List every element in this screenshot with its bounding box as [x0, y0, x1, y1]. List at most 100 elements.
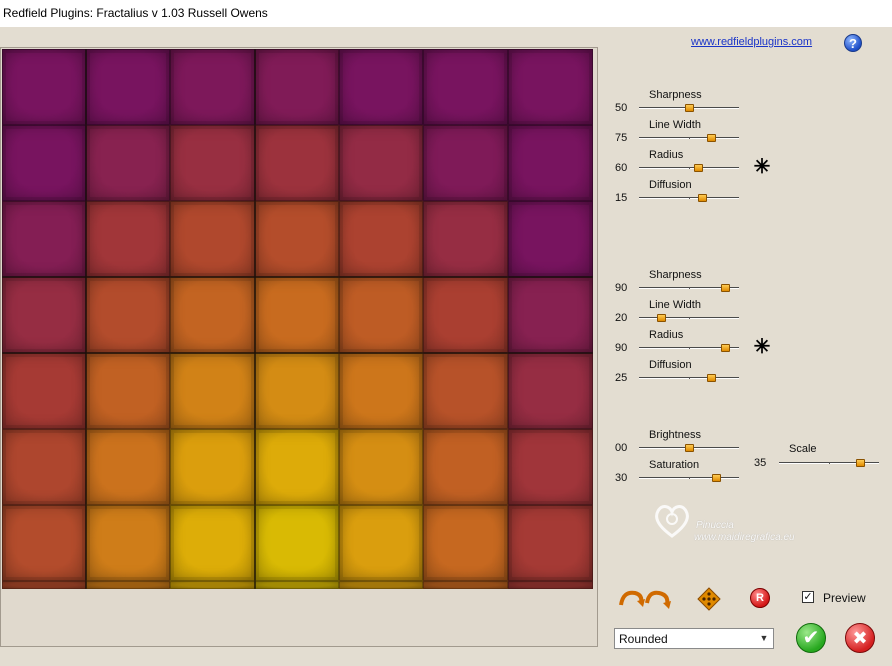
preview-tile [423, 505, 508, 581]
preview-tile [339, 125, 423, 201]
preview-tile [423, 353, 508, 429]
preview-tile [86, 429, 170, 505]
preview-tile [86, 505, 170, 581]
preview-tile [170, 125, 255, 201]
watermark: Pinuccia www.maidiregrafica.eu [650, 500, 830, 550]
scale-label: Scale [789, 443, 817, 455]
help-icon[interactable]: ? [844, 34, 862, 52]
preview-tile [423, 49, 508, 125]
chevron-down-icon[interactable]: ▼ [755, 629, 773, 648]
radius-center-tick [689, 347, 690, 349]
line-width-center-tick [689, 137, 690, 139]
preview-tile [170, 277, 255, 353]
preview-tile [339, 429, 423, 505]
saturation-label: Saturation [649, 459, 700, 471]
radius-label: Radius [649, 329, 684, 341]
preview-tile [86, 581, 170, 589]
brightness-label: Brightness [649, 429, 701, 441]
grid-line [85, 49, 87, 589]
grid-line [2, 276, 593, 278]
diffusion-slider-thumb[interactable] [698, 194, 708, 202]
diffusion-label: Diffusion [649, 359, 692, 371]
radius-slider-thumb[interactable] [720, 344, 730, 352]
line-width-slider-thumb[interactable] [657, 314, 667, 322]
preview-tile [508, 505, 593, 581]
reset-button[interactable]: R [750, 588, 770, 608]
brightness-slider-thumb[interactable] [684, 444, 694, 452]
preview-checkbox[interactable]: ✓ [802, 591, 814, 603]
diffusion-label: Diffusion [649, 179, 692, 191]
line-width-label: Line Width [649, 299, 701, 311]
preview-tile [86, 125, 170, 201]
preview-tile [170, 429, 255, 505]
preview-tile [86, 201, 170, 277]
preview-tile [255, 277, 339, 353]
preview-tile [2, 201, 86, 277]
preview-tile [255, 49, 339, 125]
diffusion-center-tick [689, 377, 690, 379]
style-selected-value: Rounded [619, 632, 668, 646]
saturation-center-tick [689, 477, 690, 479]
sharpness-slider-thumb[interactable] [720, 284, 730, 292]
line-width-slider-thumb[interactable] [707, 134, 717, 142]
heart-logo-icon [655, 505, 689, 538]
preview-tile [2, 49, 86, 125]
randomize-group2-icon[interactable]: ✳ [752, 337, 772, 357]
sharpness-center-tick [689, 287, 690, 289]
title-bar: Redfield Plugins: Fractalius v 1.03 Russ… [0, 0, 892, 27]
preview-tile [255, 125, 339, 201]
preview-tile [255, 201, 339, 277]
undo-redo-arrows-icon[interactable] [617, 587, 673, 609]
preview-tile [339, 201, 423, 277]
preview-tile [508, 581, 593, 589]
preview-tile [2, 277, 86, 353]
sharpness-label: Sharpness [649, 269, 702, 281]
grid-line [254, 49, 256, 589]
preview-tile [86, 277, 170, 353]
preview-tile [423, 581, 508, 589]
preview-tile [255, 505, 339, 581]
preview-tile [423, 125, 508, 201]
preview-tile [2, 581, 86, 589]
cancel-button[interactable]: ✖ [845, 623, 875, 653]
radius-slider-thumb[interactable] [693, 164, 703, 172]
preview-tile [339, 277, 423, 353]
preview-tile [508, 429, 593, 505]
preview-tile [170, 353, 255, 429]
diffusion-slider-thumb[interactable] [707, 374, 717, 382]
grid-line [2, 352, 593, 354]
preview-tile [339, 49, 423, 125]
style-dropdown[interactable]: Rounded ▼ [614, 628, 774, 649]
scale-value: 35 [754, 457, 767, 469]
preview-tile [508, 201, 593, 277]
preview-image[interactable] [2, 49, 593, 589]
preview-tile [170, 49, 255, 125]
radius-center-tick [689, 167, 690, 169]
preview-tile [339, 581, 423, 589]
preview-tile [339, 353, 423, 429]
move-icon[interactable] [697, 587, 721, 611]
preview-panel[interactable] [0, 47, 598, 647]
preview-tile [339, 505, 423, 581]
preview-tile [255, 581, 339, 589]
line-width-label: Line Width [649, 119, 701, 131]
preview-tile [423, 201, 508, 277]
randomize-group1-icon[interactable]: ✳ [752, 157, 772, 177]
line-width-center-tick [689, 317, 690, 319]
radius-label: Radius [649, 149, 684, 161]
preview-tile [170, 201, 255, 277]
sharpness-slider-thumb[interactable] [684, 104, 694, 112]
saturation-slider-thumb[interactable] [711, 474, 721, 482]
preview-tile [86, 49, 170, 125]
sharpness-label: Sharpness [649, 89, 702, 101]
ok-button[interactable]: ✔ [796, 623, 826, 653]
preview-tile [423, 429, 508, 505]
preview-label: Preview [823, 591, 866, 605]
watermark-site: www.maidiregrafica.eu [694, 532, 795, 543]
preview-tile [2, 429, 86, 505]
scale-slider-thumb[interactable] [856, 459, 866, 467]
website-link[interactable]: www.redfieldplugins.com [691, 36, 812, 48]
scale-center-tick [829, 462, 830, 464]
preview-tile [508, 277, 593, 353]
preview-tile [86, 353, 170, 429]
